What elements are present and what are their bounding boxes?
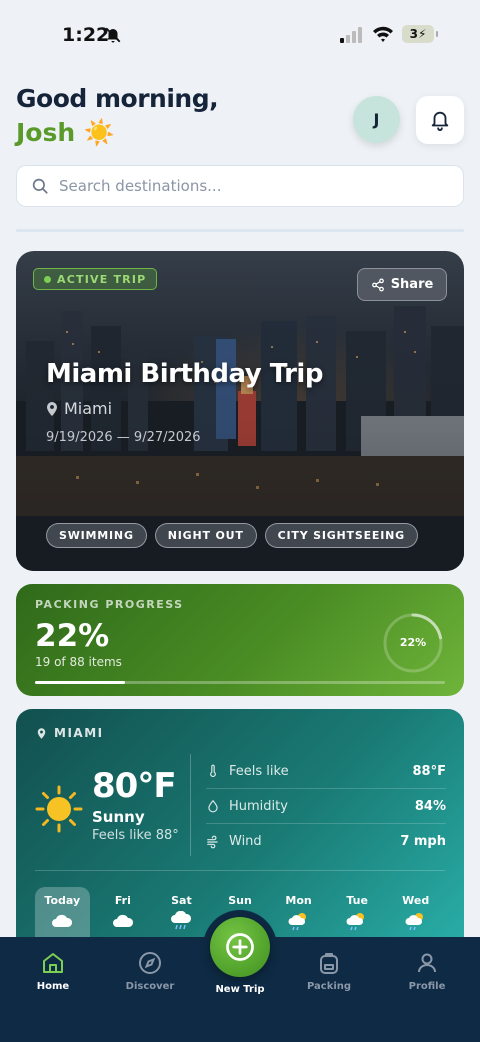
nav-discover[interactable]: Discover xyxy=(110,951,190,992)
forecast-day-name: Mon xyxy=(285,894,312,907)
nav-profile[interactable]: Profile xyxy=(387,951,467,992)
weather-row-feels-like: Feels like 88°F xyxy=(206,754,446,789)
feels-like-short: Feels like 88° xyxy=(92,828,179,843)
weather-row-wind: Wind 7 mph xyxy=(206,824,446,859)
nav-packing[interactable]: Packing xyxy=(289,951,369,992)
signal-icon xyxy=(340,27,362,43)
nav-home[interactable]: Home xyxy=(13,951,93,992)
greeting-name: Josh ☀️ xyxy=(16,118,115,148)
packing-items-count: 19 of 88 items xyxy=(35,655,122,669)
weather-row-value: 88°F xyxy=(412,763,446,779)
home-icon xyxy=(43,953,63,973)
trip-title: Miami Birthday Trip xyxy=(46,359,323,389)
weather-row-label: Humidity xyxy=(229,798,288,814)
packing-progress-card[interactable]: PACKING PROGRESS 22% 19 of 88 items 22% xyxy=(16,584,464,696)
weather-row-humidity: Humidity 84% xyxy=(206,789,446,824)
trip-tag: NIGHT OUT xyxy=(154,523,257,548)
rain-icon xyxy=(171,911,192,930)
active-trip-card[interactable]: ACTIVE TRIP Share Miami Birthday Trip Mi… xyxy=(16,251,464,571)
trip-tags: SWIMMING NIGHT OUT CITY SIGHTSEEING xyxy=(46,523,418,548)
packing-ring-text: 22% xyxy=(399,636,427,649)
wifi-icon xyxy=(373,26,393,42)
weather-horizontal-divider xyxy=(35,870,445,871)
weather-location-text: MIAMI xyxy=(54,726,104,740)
avatar[interactable]: J xyxy=(353,96,400,143)
packing-progress-bar xyxy=(35,681,445,684)
user-icon xyxy=(418,953,436,973)
sun-emoji-icon: ☀️ xyxy=(83,118,116,147)
trip-location: Miami xyxy=(46,399,112,418)
share-button[interactable]: Share xyxy=(357,268,447,301)
battery-icon: 3⚡ xyxy=(402,25,438,43)
weather-row-label: Feels like xyxy=(229,763,289,779)
search-placeholder: Search destinations... xyxy=(59,177,222,195)
trip-tag: CITY SIGHTSEEING xyxy=(264,523,418,548)
partly-sunny-rain-icon xyxy=(288,913,306,931)
backpack-icon xyxy=(320,953,338,974)
weather-condition: Sunny xyxy=(92,808,145,826)
status-time: 1:22 xyxy=(62,24,110,46)
packing-percent: 22% xyxy=(35,618,110,654)
forecast-day-name: Fri xyxy=(114,894,131,907)
compass-icon xyxy=(139,952,161,974)
sun-icon xyxy=(35,785,83,833)
nav-home-label: Home xyxy=(36,981,70,992)
location-pin-icon xyxy=(47,401,57,416)
partly-sunny-rain-icon xyxy=(346,913,365,931)
cloud-icon xyxy=(52,914,73,927)
bell-icon xyxy=(431,111,449,131)
battery-level: 3 xyxy=(409,27,418,41)
weather-location: MIAMI xyxy=(37,726,104,740)
status-bar: 1:22 3⚡ xyxy=(0,0,480,70)
forecast-day-name: Wed xyxy=(402,894,430,907)
wind-icon xyxy=(207,835,218,848)
droplet-icon xyxy=(208,799,218,813)
forecast-day-name: Sun xyxy=(228,894,252,907)
new-trip-label: New Trip xyxy=(215,984,265,995)
greeting-text: Good morning, xyxy=(16,84,219,113)
current-temperature: 80°F xyxy=(92,766,177,806)
active-trip-badge: ACTIVE TRIP xyxy=(33,268,158,290)
new-trip-button[interactable] xyxy=(210,917,270,977)
trip-dates: 9/19/2026 — 9/27/2026 xyxy=(46,430,201,445)
partly-sunny-rain-icon xyxy=(405,913,423,931)
packing-label: PACKING PROGRESS xyxy=(35,598,184,611)
forecast-day-name: Sat xyxy=(171,894,192,907)
nav-profile-label: Profile xyxy=(408,981,446,992)
cloud-icon xyxy=(112,914,133,927)
nav-discover-label: Discover xyxy=(125,981,175,992)
thermometer-icon xyxy=(210,764,216,778)
location-pin-icon xyxy=(37,727,46,739)
user-name: Josh xyxy=(16,118,76,147)
trip-tag: SWIMMING xyxy=(46,523,147,548)
weather-row-label: Wind xyxy=(229,834,262,849)
nav-packing-label: Packing xyxy=(306,981,352,992)
status-dot-icon xyxy=(44,275,51,283)
active-trip-label: ACTIVE TRIP xyxy=(57,272,147,286)
packing-progress-fill xyxy=(35,681,126,684)
notifications-button[interactable] xyxy=(416,96,464,144)
bell-off-icon xyxy=(105,27,121,43)
plus-circle-icon xyxy=(226,933,254,961)
weather-row-value: 84% xyxy=(414,798,446,814)
weather-vertical-divider xyxy=(190,754,191,856)
share-label: Share xyxy=(390,277,434,292)
trip-location-text: Miami xyxy=(64,399,113,418)
search-input[interactable]: Search destinations... xyxy=(16,165,464,207)
forecast-day-name: Today xyxy=(44,894,81,907)
section-divider xyxy=(16,229,464,232)
share-icon xyxy=(371,278,384,291)
weather-row-value: 7 mph xyxy=(400,834,446,849)
search-icon xyxy=(32,178,48,194)
forecast-day-name: Tue xyxy=(346,894,368,907)
